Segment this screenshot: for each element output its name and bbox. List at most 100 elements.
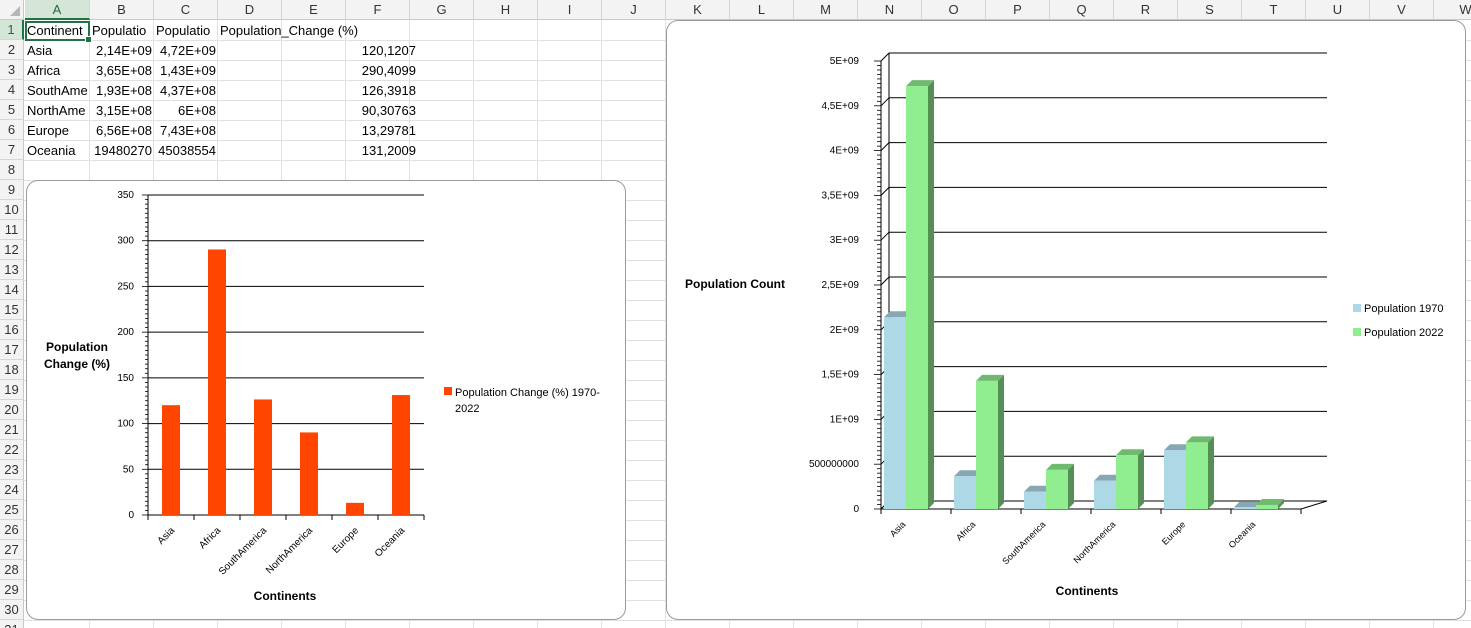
cell-b3[interactable]: 3,65E+08 bbox=[92, 61, 152, 81]
column-header-a[interactable]: A bbox=[25, 0, 90, 20]
bar-front bbox=[1094, 480, 1116, 509]
column-header-v[interactable]: V bbox=[1370, 0, 1434, 20]
bar-side bbox=[1068, 463, 1074, 509]
cell-a2[interactable]: Asia bbox=[27, 41, 88, 61]
column-header-w[interactable]: W bbox=[1434, 0, 1471, 20]
row-header-3[interactable]: 3 bbox=[0, 60, 24, 80]
population-count-chart[interactable]: 0 500000000 1E+09 1,5E+09 2E+09 2,5E+09 3E+09 3… bbox=[666, 20, 1466, 620]
column-header-d[interactable]: D bbox=[218, 0, 282, 20]
column-header-e[interactable]: E bbox=[282, 0, 346, 20]
row-header-13[interactable]: 13 bbox=[0, 260, 24, 280]
cell-d7[interactable]: 131,2009 bbox=[220, 141, 416, 161]
row-header-31[interactable]: 31 bbox=[0, 620, 24, 628]
column-header-q[interactable]: Q bbox=[1050, 0, 1114, 20]
column-header-n[interactable]: N bbox=[858, 0, 922, 20]
cell-c3[interactable]: 1,43E+09 bbox=[156, 61, 216, 81]
row-header-12[interactable]: 12 bbox=[0, 240, 24, 260]
bar-front bbox=[1116, 455, 1138, 509]
cell-d4[interactable]: 126,3918 bbox=[220, 81, 416, 101]
fill-handle[interactable] bbox=[85, 36, 92, 43]
bar-southamerica bbox=[254, 399, 272, 515]
column-header-b[interactable]: B bbox=[90, 0, 154, 20]
row-header-2[interactable]: 2 bbox=[0, 40, 24, 60]
row-header-16[interactable]: 16 bbox=[0, 320, 24, 340]
cell-c5[interactable]: 6E+08 bbox=[156, 101, 216, 121]
cell-b2[interactable]: 2,14E+09 bbox=[92, 41, 152, 61]
cell-a4[interactable]: SouthAme bbox=[27, 81, 88, 101]
column-header-h[interactable]: H bbox=[474, 0, 538, 20]
spreadsheet-grid[interactable]: Continent Populatio Populatio Population_Ch… bbox=[0, 0, 1471, 628]
row-header-9[interactable]: 9 bbox=[0, 180, 24, 200]
row-header-17[interactable]: 17 bbox=[0, 340, 24, 360]
row-header-1[interactable]: 1 bbox=[0, 20, 24, 40]
column-header-s[interactable]: S bbox=[1178, 0, 1242, 20]
cell-a3[interactable]: Africa bbox=[27, 61, 88, 81]
y-tick-label: 2E+09 bbox=[830, 325, 860, 336]
row-header-29[interactable]: 29 bbox=[0, 580, 24, 600]
column-header-c[interactable]: C bbox=[154, 0, 218, 20]
x-tick-label-asia: Asia bbox=[888, 519, 907, 538]
row-header-19[interactable]: 19 bbox=[0, 380, 24, 400]
row-header-21[interactable]: 21 bbox=[0, 420, 24, 440]
row-header-30[interactable]: 30 bbox=[0, 600, 24, 620]
row-header-4[interactable]: 4 bbox=[0, 80, 24, 100]
column-header-g[interactable]: G bbox=[410, 0, 474, 20]
cell-d5[interactable]: 90,30763 bbox=[220, 101, 416, 121]
row-header-10[interactable]: 10 bbox=[0, 200, 24, 220]
legend-label-1: Population 2022 bbox=[1364, 327, 1444, 339]
cell-d2[interactable]: 120,1207 bbox=[220, 41, 416, 61]
column-header-i[interactable]: I bbox=[538, 0, 602, 20]
y-tick-label: 300 bbox=[117, 236, 134, 247]
bar-northamerica bbox=[300, 432, 318, 515]
cell-d6[interactable]: 13,29781 bbox=[220, 121, 416, 141]
cell-c4[interactable]: 4,37E+08 bbox=[156, 81, 216, 101]
row-header-28[interactable]: 28 bbox=[0, 560, 24, 580]
row-header-25[interactable]: 25 bbox=[0, 500, 24, 520]
cell-c6[interactable]: 7,43E+08 bbox=[156, 121, 216, 141]
cell-b1[interactable]: Populatio bbox=[92, 21, 152, 41]
cell-a5[interactable]: NorthAme bbox=[27, 101, 88, 121]
column-header-p[interactable]: P bbox=[986, 0, 1050, 20]
bar-2022-europe bbox=[1186, 436, 1214, 509]
row-header-14[interactable]: 14 bbox=[0, 280, 24, 300]
cell-a7[interactable]: Oceania bbox=[27, 141, 88, 161]
cell-b6[interactable]: 6,56E+08 bbox=[92, 121, 152, 141]
active-cell-border bbox=[25, 21, 92, 43]
row-header-15[interactable]: 15 bbox=[0, 300, 24, 320]
cell-c1[interactable]: Populatio bbox=[156, 21, 216, 41]
column-header-m[interactable]: M bbox=[794, 0, 858, 20]
column-header-o[interactable]: O bbox=[922, 0, 986, 20]
cell-b7[interactable]: 19480270 bbox=[92, 141, 152, 161]
cell-a6[interactable]: Europe bbox=[27, 121, 88, 141]
cell-c7[interactable]: 45038554 bbox=[156, 141, 216, 161]
cell-b5[interactable]: 3,15E+08 bbox=[92, 101, 152, 121]
column-header-t[interactable]: T bbox=[1242, 0, 1306, 20]
cell-d3[interactable]: 290,4099 bbox=[220, 61, 416, 81]
row-header-8[interactable]: 8 bbox=[0, 160, 24, 180]
row-header-20[interactable]: 20 bbox=[0, 400, 24, 420]
column-header-l[interactable]: L bbox=[730, 0, 794, 20]
column-header-j[interactable]: J bbox=[602, 0, 666, 20]
column-header-k[interactable]: K bbox=[666, 0, 730, 20]
row-header-6[interactable]: 6 bbox=[0, 120, 24, 140]
y-axis-title: Population Count bbox=[685, 277, 785, 291]
row-header-11[interactable]: 11 bbox=[0, 220, 24, 240]
row-header-5[interactable]: 5 bbox=[0, 100, 24, 120]
column-header-f[interactable]: F bbox=[346, 0, 410, 20]
population-change-chart[interactable]: 0 50 100 150 200 250 300 350 Asia Africa SouthAmer… bbox=[26, 180, 626, 620]
row-header-18[interactable]: 18 bbox=[0, 360, 24, 380]
gridline-side bbox=[880, 97, 890, 107]
row-header-23[interactable]: 23 bbox=[0, 460, 24, 480]
row-header-27[interactable]: 27 bbox=[0, 540, 24, 560]
row-header-7[interactable]: 7 bbox=[0, 140, 24, 160]
row-header-26[interactable]: 26 bbox=[0, 520, 24, 540]
row-header-24[interactable]: 24 bbox=[0, 480, 24, 500]
cell-b4[interactable]: 1,93E+08 bbox=[92, 81, 152, 101]
select-all-button[interactable] bbox=[0, 0, 24, 20]
cell-d1[interactable]: Population_Change (%) bbox=[220, 21, 416, 41]
column-header-r[interactable]: R bbox=[1114, 0, 1178, 20]
cell-c2[interactable]: 4,72E+09 bbox=[156, 41, 216, 61]
y-tick-label: 150 bbox=[117, 373, 134, 384]
row-header-22[interactable]: 22 bbox=[0, 440, 24, 460]
column-header-u[interactable]: U bbox=[1306, 0, 1370, 20]
